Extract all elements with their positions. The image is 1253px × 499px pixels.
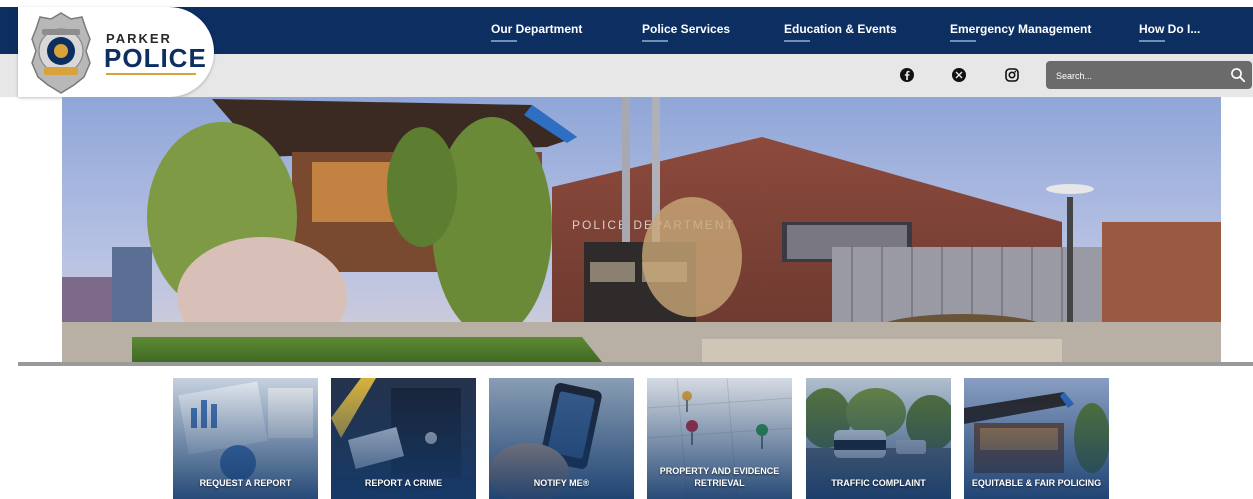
tile-report-a-crime[interactable]: REPORT A CRIME	[331, 378, 476, 499]
hero-image: POLICE DEPARTMENT	[62, 97, 1221, 362]
hero-divider	[18, 362, 1253, 366]
tile-equitable-fair-policing[interactable]: EQUITABLE & FAIR POLICING	[964, 378, 1109, 499]
search-box	[1046, 61, 1252, 89]
nav-our-department[interactable]: Our Department	[491, 22, 582, 42]
nav-education-events[interactable]: Education & Events	[784, 22, 897, 42]
site-logo[interactable]: PARKER POLICE	[18, 7, 214, 97]
x-icon[interactable]	[951, 67, 967, 83]
tile-request-a-report[interactable]: REQUEST A REPORT	[173, 378, 318, 499]
nav-emergency-management[interactable]: Emergency Management	[950, 22, 1091, 42]
logo-main-text: POLICE	[104, 43, 207, 73]
tile-property-evidence-retrieval[interactable]: PROPERTY AND EVIDENCE RETRIEVAL	[647, 378, 792, 499]
instagram-icon[interactable]	[1004, 67, 1020, 83]
tile-traffic-complaint[interactable]: TRAFFIC COMPLAINT	[806, 378, 951, 499]
police-badge-logo	[31, 12, 91, 94]
tile-label: REQUEST A REPORT	[199, 478, 292, 488]
tile-label: REPORT A CRIME	[364, 478, 443, 488]
tile-notify-me[interactable]: NOTIFY ME®	[489, 378, 634, 499]
nav-police-services[interactable]: Police Services	[642, 22, 730, 42]
tile-label: EQUITABLE & FAIR POLICING	[971, 478, 1102, 488]
facebook-icon[interactable]	[899, 67, 915, 83]
search-input[interactable]	[1054, 67, 1218, 85]
nav-how-do-i[interactable]: How Do I...	[1139, 22, 1200, 42]
search-icon[interactable]	[1230, 67, 1246, 83]
logo-underline	[106, 73, 196, 75]
tile-label: NOTIFY ME®	[533, 478, 590, 488]
tile-label: PROPERTY AND EVIDENCE RETRIEVAL	[659, 466, 780, 488]
tile-label: TRAFFIC COMPLAINT	[831, 478, 926, 488]
